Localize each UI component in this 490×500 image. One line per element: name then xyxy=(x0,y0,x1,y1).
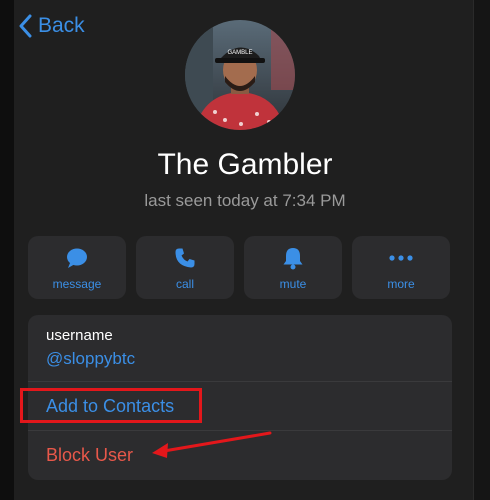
avatar-image: GAMBLE xyxy=(185,20,295,130)
action-buttons: message call mute more xyxy=(28,236,450,299)
phone-icon xyxy=(175,248,195,267)
message-label: message xyxy=(52,276,102,291)
bell-icon xyxy=(283,247,303,269)
cap-logo: GAMBLE xyxy=(227,50,252,56)
message-bubble-icon xyxy=(67,248,87,268)
back-label: Back xyxy=(38,14,85,37)
message-button[interactable]: message xyxy=(28,236,126,299)
username-value[interactable]: @sloppybtc xyxy=(46,349,135,369)
mute-label: mute xyxy=(279,276,307,291)
contact-info-screen: Back GAMBLE The Gambler last seen today … xyxy=(0,0,490,500)
back-button[interactable]: Back xyxy=(18,14,85,38)
avatar[interactable]: GAMBLE xyxy=(185,20,295,130)
ellipsis-icon xyxy=(389,254,413,261)
username-row[interactable]: username @sloppybtc xyxy=(28,315,452,382)
block-user-button[interactable]: Block User xyxy=(46,445,133,466)
left-edge xyxy=(0,0,14,500)
contact-name: The Gambler xyxy=(157,148,333,181)
mute-button[interactable]: mute xyxy=(244,236,342,299)
more-button[interactable]: more xyxy=(352,236,450,299)
username-label: username xyxy=(46,327,113,344)
more-label: more xyxy=(387,276,415,291)
right-edge xyxy=(473,0,490,500)
last-seen-status: last seen today at 7:34 PM xyxy=(144,191,346,210)
call-label: call xyxy=(175,276,194,291)
red-arrow-annotation xyxy=(152,431,272,458)
call-button[interactable]: call xyxy=(136,236,234,299)
chevron-left-icon xyxy=(19,14,32,38)
red-highlight-box xyxy=(20,388,202,423)
